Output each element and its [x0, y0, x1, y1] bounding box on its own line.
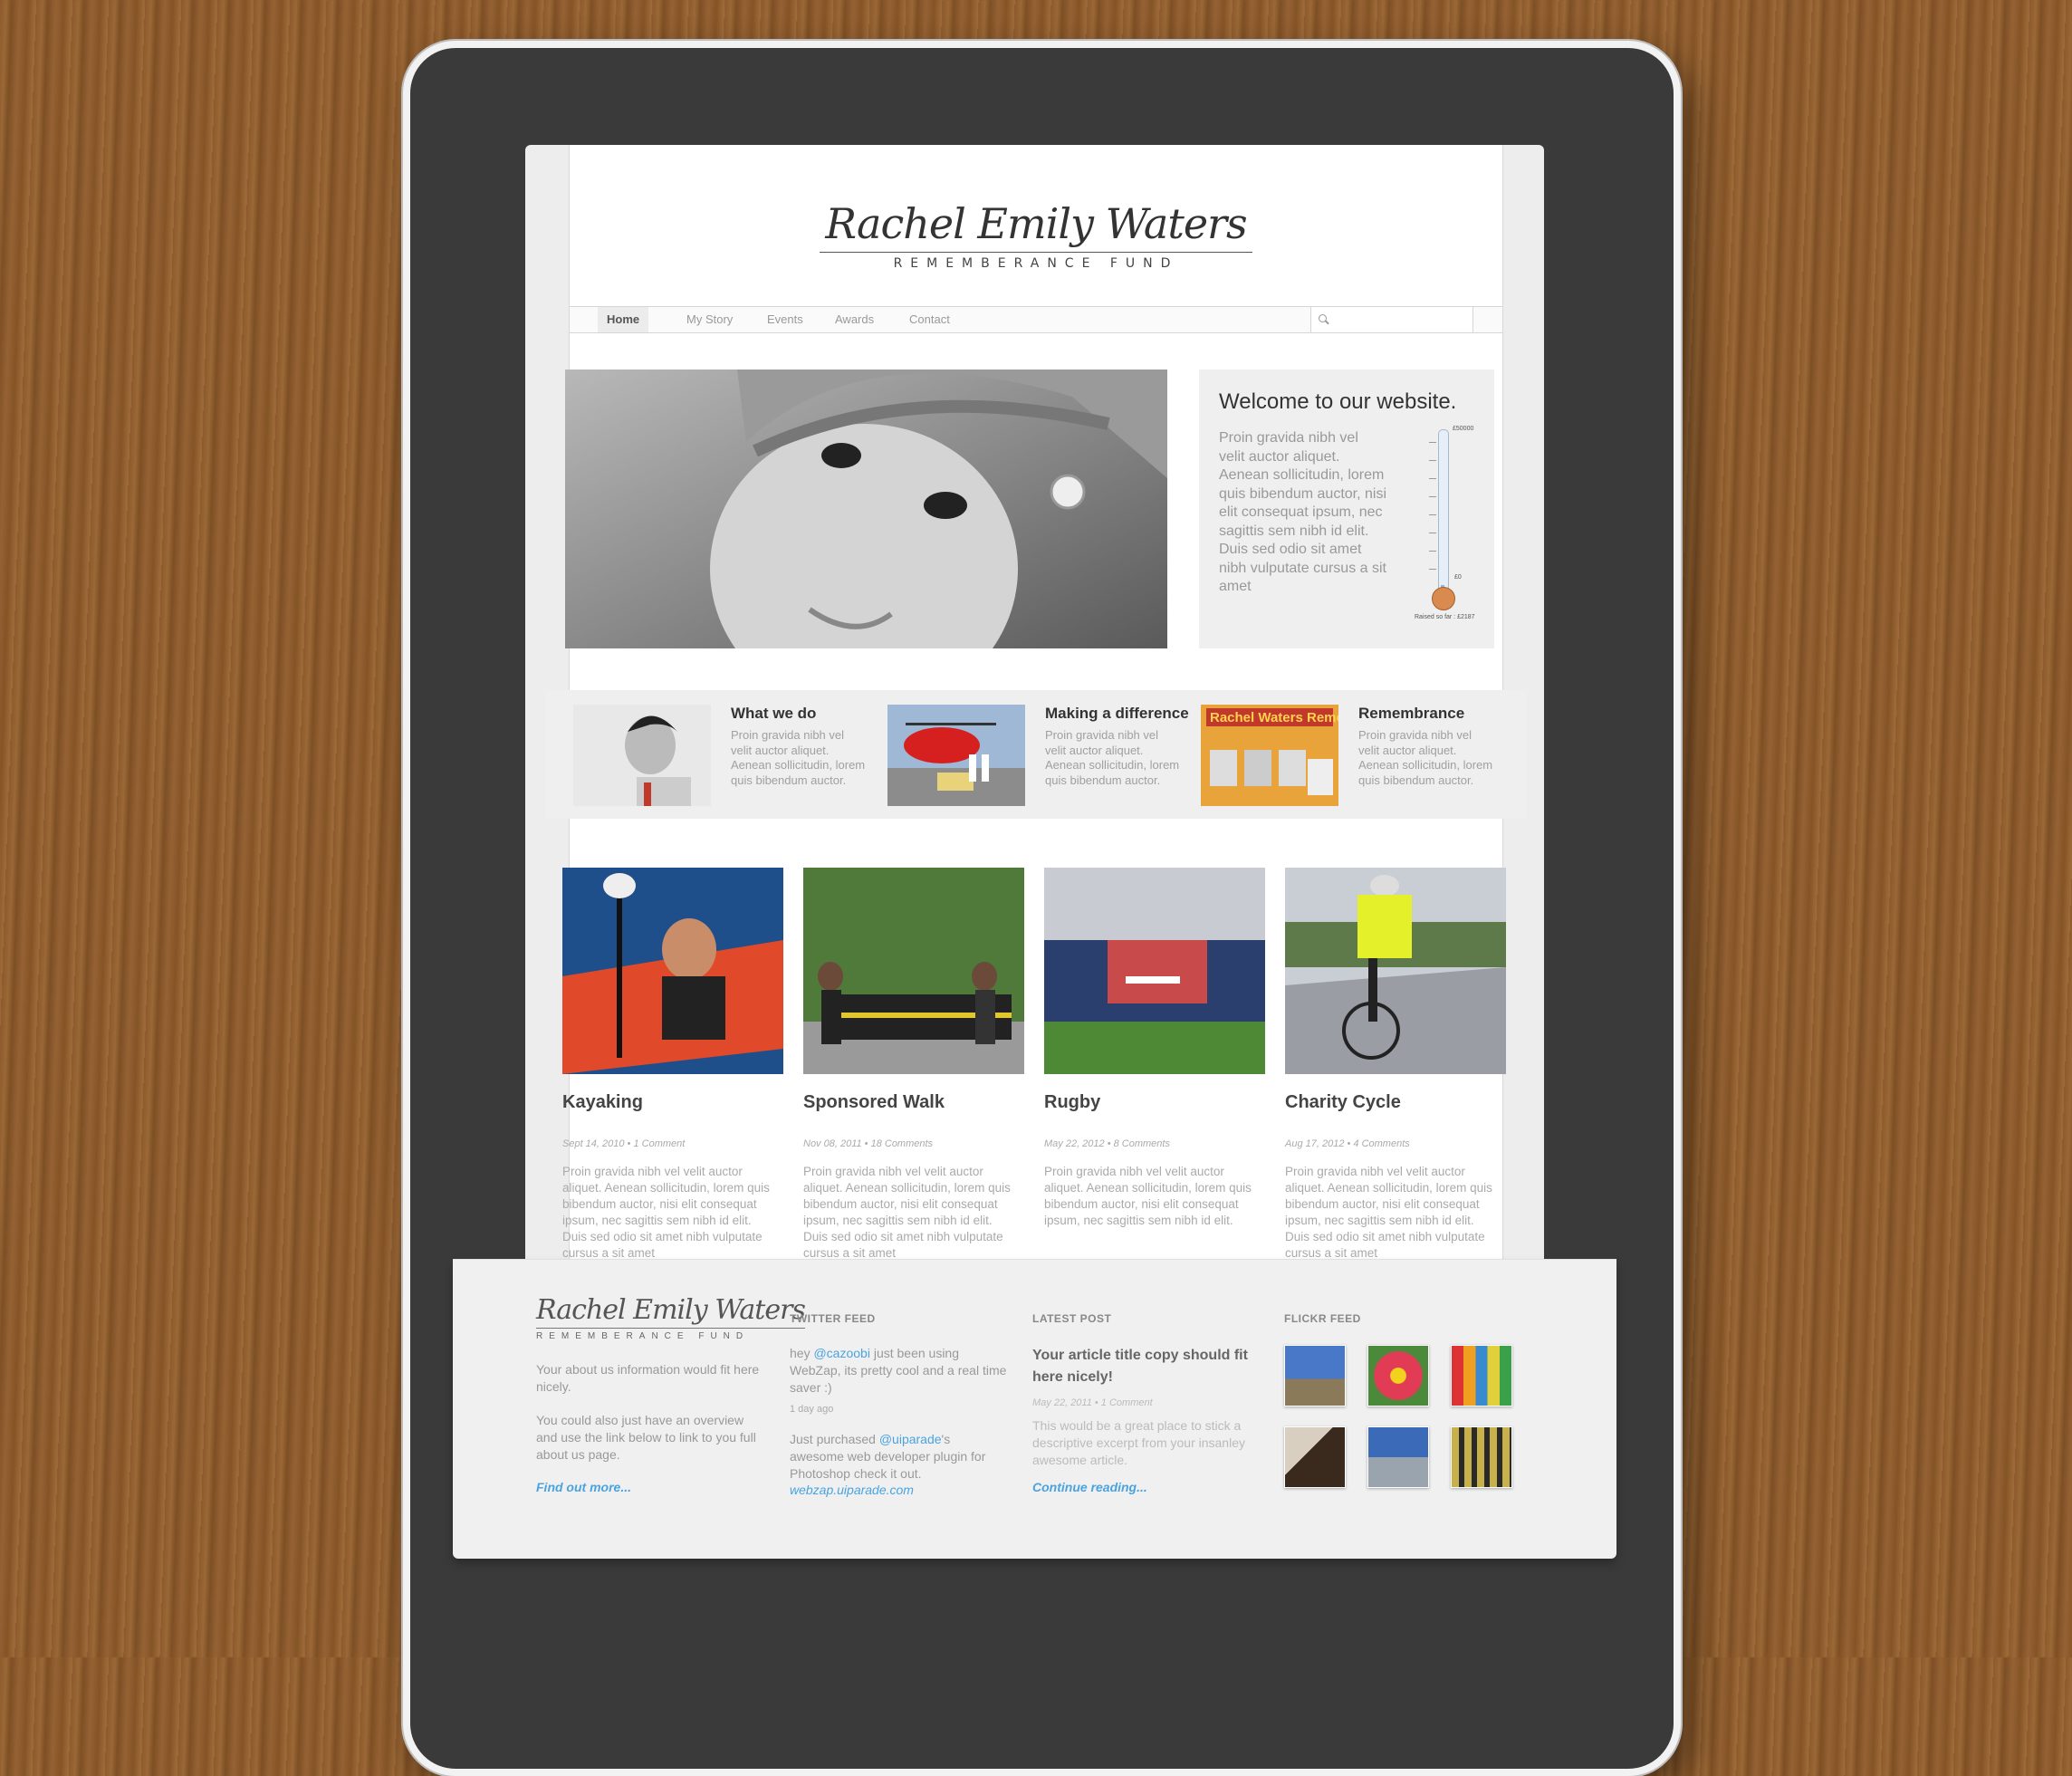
event-image	[1044, 868, 1265, 1074]
tweet-handle-link[interactable]: @cazoobi	[813, 1346, 869, 1360]
event-text: Proin gravida nibh vel velit auctor aliq…	[1285, 1165, 1492, 1260]
logo-script: Rachel Emily Waters	[820, 199, 1252, 253]
flickr-thumbnail[interactable]	[1367, 1426, 1429, 1488]
flickr-thumbnail[interactable]	[1451, 1426, 1512, 1488]
feature-title: What we do	[731, 705, 817, 722]
event-text: Proin gravida nibh vel velit auctor aliq…	[562, 1165, 770, 1260]
nav-events[interactable]: Events	[758, 307, 812, 332]
nav-home[interactable]: Home	[598, 307, 649, 332]
welcome-panel: Welcome to our website. Proin gravida ni…	[1199, 370, 1494, 648]
event-title: Sponsored Walk	[803, 1092, 945, 1112]
search-icon	[1319, 314, 1327, 322]
nav-awards[interactable]: Awards	[826, 307, 883, 332]
feature-text: Proin gravida nibh vel velit auctor aliq…	[731, 728, 866, 787]
latest-post-heading: LATEST POST	[1032, 1312, 1112, 1325]
latest-post-excerpt: This would be a great place to stick a d…	[1032, 1418, 1245, 1467]
flickr-thumbnail[interactable]	[1284, 1426, 1346, 1488]
event-card-charity-cycle[interactable]: Charity Cycle Aug 17, 2012 • 4 Comments …	[1285, 868, 1510, 1260]
event-image	[562, 868, 783, 1074]
continue-reading-link[interactable]: Continue reading...	[1032, 1480, 1268, 1494]
main-nav: Home My Story Events Awards Contact	[570, 306, 1502, 333]
feature-image: Rachel Waters Remembrance Fund for Wales…	[1201, 705, 1338, 806]
thermometer-raised-label: Raised so far : £2187	[1415, 614, 1475, 620]
welcome-text: Proin gravida nibh vel velit auctor aliq…	[1219, 430, 1386, 594]
footer-logo-subtitle: REMEMBERANCE FUND	[536, 1331, 750, 1341]
event-card-kayaking[interactable]: Kayaking Sept 14, 2010 • 1 Comment Proin…	[562, 868, 787, 1260]
footer-logo-script: Rachel Emily Waters	[536, 1294, 806, 1329]
event-text: Proin gravida nibh vel velit auctor aliq…	[803, 1165, 1011, 1260]
features-band: What we do Proin gravida nibh vel velit …	[546, 690, 1526, 819]
tweet-time: 1 day ago	[790, 1404, 834, 1415]
feature-image	[573, 705, 711, 806]
event-image	[803, 868, 1024, 1074]
flickr-thumbnail[interactable]	[1451, 1345, 1512, 1406]
site-logo[interactable]: Rachel Emily Waters REMEMBERANCE FUND	[570, 199, 1502, 271]
flickr-feed-heading: FLICKR FEED	[1284, 1312, 1361, 1325]
latest-post-title[interactable]: Your article title copy should fit here …	[1032, 1345, 1259, 1388]
latest-post: LATEST POST Your article title copy shou…	[1032, 1312, 1268, 1494]
welcome-title: Welcome to our website.	[1219, 389, 1457, 414]
tweet-link[interactable]: webzap.uiparade.com	[790, 1483, 1016, 1497]
flickr-thumbnail[interactable]	[1367, 1345, 1429, 1406]
event-meta: Nov 08, 2011 • 18 Comments	[803, 1138, 934, 1149]
footer-about: Your about us information would fit here…	[536, 1361, 767, 1494]
footer-about-text-1: Your about us information would fit here…	[536, 1362, 760, 1394]
flickr-feed: FLICKR FEED	[1284, 1312, 1538, 1499]
twitter-feed-heading: TWITTER FEED	[790, 1312, 876, 1325]
event-text: Proin gravida nibh vel velit auctor aliq…	[1044, 1165, 1252, 1227]
event-card-rugby[interactable]: Rugby May 22, 2012 • 8 Comments Proin gr…	[1044, 868, 1269, 1260]
event-title: Rugby	[1044, 1092, 1101, 1112]
nav-my-story[interactable]: My Story	[677, 307, 742, 332]
flickr-thumbnail[interactable]	[1284, 1345, 1346, 1406]
search-input[interactable]	[1310, 307, 1473, 332]
event-title: Charity Cycle	[1285, 1092, 1401, 1112]
event-meta: Aug 17, 2012 • 4 Comments	[1285, 1138, 1410, 1149]
event-title: Kayaking	[562, 1092, 643, 1112]
thermometer-min-label: £0	[1454, 574, 1462, 581]
event-meta: May 22, 2012 • 8 Comments	[1044, 1138, 1170, 1149]
event-meta: Sept 14, 2010 • 1 Comment	[562, 1138, 686, 1149]
footer-logo[interactable]: Rachel Emily Waters REMEMBERANCE FUND	[536, 1294, 806, 1341]
feature-text: Proin gravida nibh vel velit auctor aliq…	[1358, 728, 1493, 787]
site-footer: Rachel Emily Waters REMEMBERANCE FUND Yo…	[453, 1259, 1616, 1559]
website-page: Rachel Emily Waters REMEMBERANCE FUND Ho…	[546, 145, 1526, 1408]
tweet-1: hey @cazoobi just been using WebZap, its…	[790, 1346, 1007, 1395]
feature-image	[887, 705, 1025, 806]
event-card-sponsored-walk[interactable]: Sponsored Walk Nov 08, 2011 • 18 Comment…	[803, 868, 1028, 1260]
tweet-handle-link[interactable]: @uiparade	[879, 1432, 942, 1446]
latest-post-meta: May 22, 2011 • 1 Comment	[1032, 1397, 1153, 1408]
feature-title: Making a difference	[1045, 705, 1189, 722]
flickr-thumbnails	[1284, 1345, 1529, 1499]
footer-about-text-2: You could also just have an overview and…	[536, 1413, 756, 1462]
feature-image-text: Rachel Waters Remembrance Fund for Wales…	[1210, 710, 1338, 725]
event-image	[1285, 868, 1506, 1074]
logo-subtitle: REMEMBERANCE FUND	[893, 256, 1179, 271]
thermometer-max-label: £50000	[1453, 426, 1474, 432]
twitter-feed: TWITTER FEED hey @cazoobi just been usin…	[790, 1312, 1016, 1497]
fundraising-thermometer: £50000 £0 Raised so far : £2187	[1409, 424, 1482, 623]
nav-contact[interactable]: Contact	[900, 307, 959, 332]
find-out-more-link[interactable]: Find out more...	[536, 1480, 767, 1494]
feature-text: Proin gravida nibh vel velit auctor aliq…	[1045, 728, 1180, 787]
feature-title: Remembrance	[1358, 705, 1465, 722]
tweet-2: Just purchased @uiparade's awesome web d…	[790, 1432, 986, 1481]
hero-image	[565, 370, 1167, 648]
thermometer-bulb	[1432, 587, 1455, 610]
tablet-screen: Rachel Emily Waters REMEMBERANCE FUND Ho…	[453, 145, 1616, 1559]
thermometer-tube	[1438, 429, 1449, 592]
